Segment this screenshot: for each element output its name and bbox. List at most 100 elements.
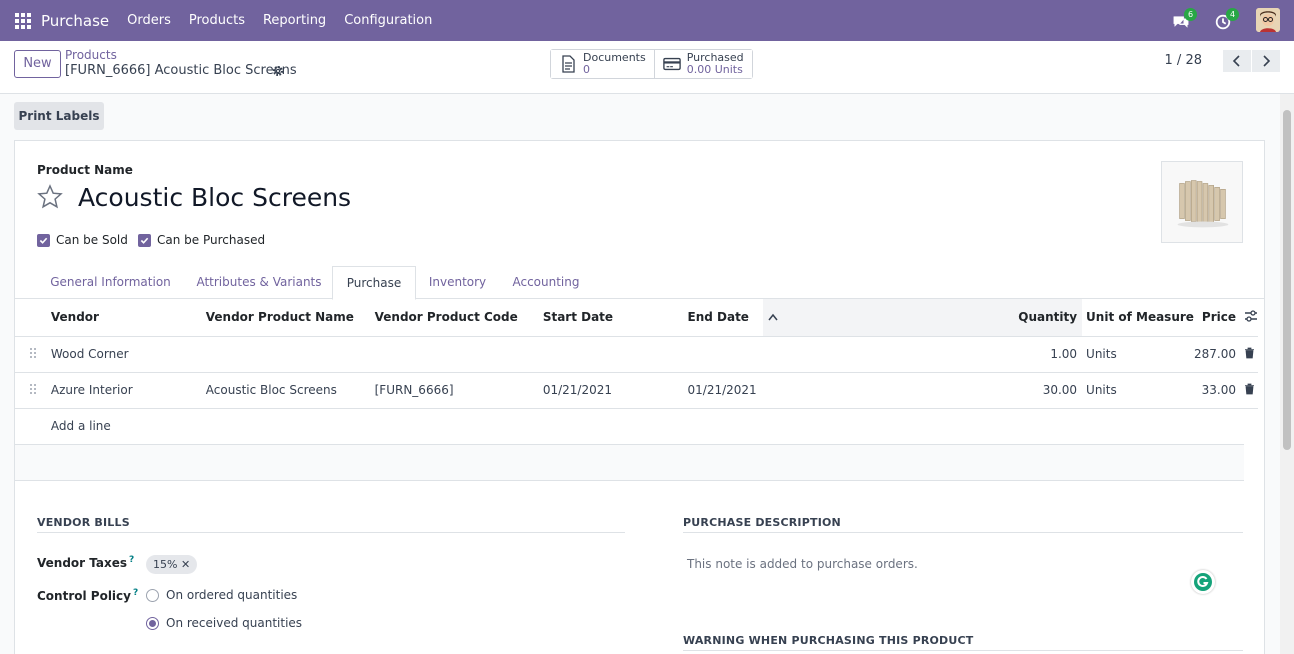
breadcrumb-products[interactable]: Products bbox=[65, 48, 117, 62]
can-be-purchased-checkbox[interactable]: Can be Purchased bbox=[138, 233, 265, 247]
vendor-pricelist-table: Vendor Vendor Product Name Vendor Produc… bbox=[15, 299, 1258, 481]
notebook-tabs: General Information Attributes & Variant… bbox=[15, 266, 1264, 300]
cell-vendor-product-name[interactable]: Acoustic Bloc Screens bbox=[205, 372, 375, 409]
vendor-bills-title: VENDOR BILLS bbox=[37, 516, 625, 533]
col-vendor[interactable]: Vendor bbox=[50, 299, 206, 337]
smart-buttons: Documents 0 Purchased 0.00 Units bbox=[550, 49, 753, 79]
cell-unit-of-measure[interactable]: Units bbox=[1082, 336, 1194, 373]
tab-inventory[interactable]: Inventory bbox=[416, 266, 499, 299]
col-quantity[interactable]: Quantity bbox=[900, 299, 1083, 337]
cell-quantity[interactable]: 30.00 bbox=[900, 372, 1083, 409]
help-tooltip-icon[interactable]: ? bbox=[129, 555, 134, 565]
print-labels-button[interactable]: Print Labels bbox=[14, 102, 104, 130]
app-name[interactable]: Purchase bbox=[41, 12, 109, 30]
table-row[interactable]: Azure Interior Acoustic Bloc Screens [FU… bbox=[15, 372, 1258, 409]
tab-general-information[interactable]: General Information bbox=[37, 266, 184, 299]
scrollbar-thumb[interactable] bbox=[1283, 110, 1291, 450]
documents-smart-button[interactable]: Documents 0 bbox=[551, 50, 654, 78]
apps-grid-icon[interactable] bbox=[15, 12, 31, 29]
trash-icon[interactable] bbox=[1244, 383, 1255, 395]
purchased-value: 0.00 Units bbox=[686, 63, 743, 76]
documents-label: Documents bbox=[583, 51, 646, 64]
radio-received-quantities[interactable]: On received quantities bbox=[146, 616, 302, 630]
radio-label: On ordered quantities bbox=[166, 588, 298, 602]
drag-handle-icon[interactable] bbox=[29, 347, 37, 359]
product-name-field[interactable]: Acoustic Bloc Screens bbox=[78, 183, 351, 212]
cell-quantity[interactable]: 1.00 bbox=[900, 336, 1083, 373]
check-icon bbox=[39, 237, 48, 244]
activities-button[interactable]: 4 bbox=[1214, 8, 1239, 30]
cell-vendor[interactable]: Wood Corner bbox=[50, 336, 206, 373]
chevron-right-icon bbox=[1263, 55, 1271, 67]
sliders-icon bbox=[1245, 310, 1257, 322]
col-end-date[interactable]: End Date bbox=[687, 299, 763, 337]
cell-end-date[interactable]: 01/21/2021 bbox=[687, 372, 763, 409]
product-photo bbox=[1177, 180, 1229, 228]
radio-button[interactable] bbox=[146, 588, 159, 602]
tab-purchase[interactable]: Purchase bbox=[332, 266, 416, 300]
menu-reporting[interactable]: Reporting bbox=[263, 13, 326, 28]
tab-attributes-variants[interactable]: Attributes & Variants bbox=[186, 266, 332, 299]
col-price[interactable]: Price bbox=[1193, 299, 1244, 337]
product-image[interactable] bbox=[1161, 161, 1243, 243]
remove-tag-icon[interactable]: ✕ bbox=[181, 558, 190, 571]
tax-tag[interactable]: 15% ✕ bbox=[146, 555, 198, 574]
cell-unit-of-measure[interactable]: Units bbox=[1082, 372, 1194, 409]
user-avatar[interactable] bbox=[1256, 8, 1280, 32]
star-icon[interactable] bbox=[37, 184, 63, 210]
pager-next-button[interactable] bbox=[1252, 50, 1280, 72]
optional-columns-toggle[interactable] bbox=[1244, 299, 1258, 337]
add-line-row: Add a line bbox=[15, 408, 1258, 445]
col-start-date[interactable]: Start Date bbox=[542, 299, 688, 337]
top-navbar: Purchase Orders Products Reporting Confi… bbox=[0, 0, 1294, 41]
cell-vendor-product-code[interactable]: [FURN_6666] bbox=[374, 372, 543, 409]
trash-icon[interactable] bbox=[1244, 347, 1255, 359]
sort-indicator[interactable] bbox=[762, 299, 900, 337]
col-vendor-product-name[interactable]: Vendor Product Name bbox=[205, 299, 375, 337]
cell-price[interactable]: 33.00 bbox=[1193, 372, 1244, 409]
cell-start-date[interactable]: 01/21/2021 bbox=[542, 372, 688, 409]
chevron-left-icon bbox=[1232, 55, 1240, 67]
purchase-warning-title: WARNING WHEN PURCHASING THIS PRODUCT bbox=[683, 634, 1243, 651]
can-be-sold-label: Can be Sold bbox=[56, 233, 128, 247]
radio-button-selected[interactable] bbox=[146, 616, 159, 630]
new-button[interactable]: New bbox=[14, 50, 61, 78]
activities-badge: 4 bbox=[1226, 8, 1239, 21]
radio-ordered-quantities[interactable]: On ordered quantities bbox=[146, 588, 297, 602]
credit-card-icon bbox=[662, 57, 681, 71]
grammarly-icon[interactable] bbox=[1191, 570, 1215, 594]
can-be-sold-checkbox[interactable]: Can be Sold bbox=[37, 233, 128, 247]
menu-products[interactable]: Products bbox=[189, 13, 245, 28]
checkbox-checked[interactable] bbox=[37, 233, 50, 247]
purchase-description-field[interactable]: This note is added to purchase orders. bbox=[687, 557, 918, 571]
help-tooltip-icon[interactable]: ? bbox=[133, 588, 138, 598]
menu-configuration[interactable]: Configuration bbox=[344, 13, 432, 28]
purchase-description-title: PURCHASE DESCRIPTION bbox=[683, 516, 1243, 533]
table-row[interactable]: Wood Corner 1.00 Units 287.00 bbox=[15, 336, 1258, 373]
can-be-purchased-label: Can be Purchased bbox=[157, 233, 266, 247]
cell-start-date[interactable] bbox=[542, 336, 688, 373]
purchased-smart-button[interactable]: Purchased 0.00 Units bbox=[653, 50, 752, 78]
menu-orders[interactable]: Orders bbox=[127, 13, 171, 28]
product-name-label: Product Name bbox=[37, 163, 133, 177]
col-vendor-product-code[interactable]: Vendor Product Code bbox=[374, 299, 543, 337]
documents-count: 0 bbox=[583, 63, 590, 76]
cell-vendor-product-code[interactable] bbox=[374, 336, 543, 373]
tab-accounting[interactable]: Accounting bbox=[499, 266, 593, 299]
col-unit-of-measure[interactable]: Unit of Measure bbox=[1082, 299, 1194, 337]
pager-value[interactable]: 1 / 28 bbox=[1165, 53, 1202, 68]
check-icon bbox=[140, 237, 149, 244]
cell-end-date[interactable] bbox=[687, 336, 763, 373]
pager-buttons bbox=[1222, 50, 1280, 72]
page-scrollbar[interactable] bbox=[1280, 94, 1294, 654]
drag-handle-icon[interactable] bbox=[29, 383, 37, 395]
gear-icon[interactable] bbox=[271, 64, 285, 78]
cell-price[interactable]: 287.00 bbox=[1193, 336, 1244, 373]
checkbox-checked[interactable] bbox=[138, 233, 151, 247]
form-view: Print Labels Product Name Acoustic Bloc … bbox=[0, 94, 1280, 654]
pager-previous-button[interactable] bbox=[1223, 50, 1251, 72]
add-a-line-link[interactable]: Add a line bbox=[50, 408, 1244, 445]
cell-vendor-product-name[interactable] bbox=[205, 336, 375, 373]
cell-vendor[interactable]: Azure Interior bbox=[50, 372, 206, 409]
messages-button[interactable]: 6 bbox=[1172, 8, 1197, 30]
